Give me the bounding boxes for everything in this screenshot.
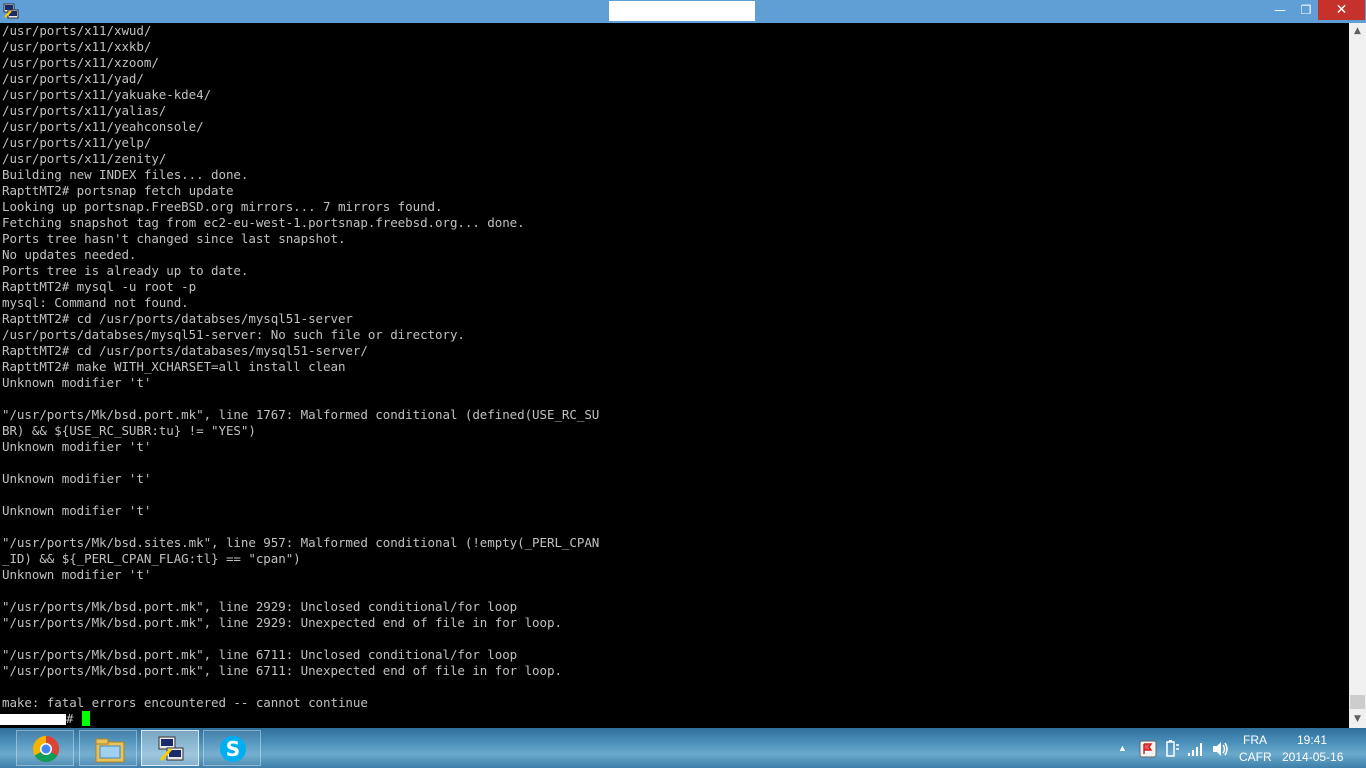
chrome-icon: [32, 735, 60, 763]
scroll-down-arrow-icon[interactable]: ▼: [1349, 711, 1366, 728]
terminal-line: "/usr/ports/Mk/bsd.port.mk", line 6711: …: [2, 663, 562, 678]
terminal-line: Unknown modifier 't': [2, 375, 152, 390]
maximize-button[interactable]: ❐: [1293, 0, 1319, 20]
terminal-line: /usr/ports/x11/yad/: [2, 71, 144, 86]
terminal-line: Ports tree is already up to date.: [2, 263, 249, 278]
terminal-line: "/usr/ports/Mk/bsd.sites.mk", line 957: …: [2, 535, 600, 550]
tray-show-hidden-icons[interactable]: ▲: [1118, 741, 1127, 755]
prompt-hostname-redacted: [0, 714, 66, 725]
terminal-line: Unknown modifier 't': [2, 503, 152, 518]
terminal-cursor: [82, 711, 90, 726]
skype-icon: S: [220, 736, 246, 762]
terminal-line: RapttMT2# cd /usr/ports/databases/mysql5…: [2, 343, 368, 358]
terminal-line: /usr/ports/x11/xzoom/: [2, 55, 159, 70]
terminal-line: /usr/ports/databses/mysql51-server: No s…: [2, 327, 465, 342]
taskbar-skype-button[interactable]: S: [203, 730, 261, 766]
terminal-line: Looking up portsnap.FreeBSD.org mirrors.…: [2, 199, 443, 214]
taskbar: S ▲ FRA CAFR 19:41 2014-05-16: [0, 728, 1366, 768]
terminal-line: BR) && ${USE_RC_SUBR:tu} != "YES"): [2, 423, 256, 438]
terminal-line: /usr/ports/x11/yeahconsole/: [2, 119, 204, 134]
close-button[interactable]: ✕: [1318, 0, 1365, 20]
terminal-line: /usr/ports/x11/yakuake-kde4/: [2, 87, 212, 102]
terminal-line: /usr/ports/x11/yelp/: [2, 135, 152, 150]
taskbar-explorer-button[interactable]: [79, 730, 137, 766]
scrollbar-thumb[interactable]: [1350, 695, 1365, 709]
terminal-line: RapttMT2# mysql -u root -p: [2, 279, 197, 294]
terminal-line: Fetching snapshot tag from ec2-eu-west-1…: [2, 215, 525, 230]
terminal-line: "/usr/ports/Mk/bsd.port.mk", line 1767: …: [2, 407, 600, 422]
putty-icon: [158, 736, 184, 762]
network-signal-icon[interactable]: [1187, 741, 1205, 757]
power-battery-icon[interactable]: [1163, 739, 1181, 759]
terminal-line: Unknown modifier 't': [2, 471, 152, 486]
terminal-line: No updates needed.: [2, 247, 137, 262]
clock-time[interactable]: 19:41: [1297, 733, 1327, 747]
volume-speaker-icon[interactable]: [1211, 740, 1229, 758]
terminal-line: RapttMT2# cd /usr/ports/databses/mysql51…: [2, 311, 353, 326]
terminal-line: RapttMT2# make WITH_XCHARSET=all install…: [2, 359, 346, 374]
terminal-line: mysql: Command not found.: [2, 295, 189, 310]
terminal-lines: /usr/ports/x11/xwud//usr/ports/x11/xxkb/…: [2, 23, 599, 711]
terminal-scrollbar[interactable]: ▲ ▼: [1349, 23, 1366, 728]
input-language-layout[interactable]: CAFR: [1239, 750, 1272, 764]
action-center-flag-icon[interactable]: [1139, 740, 1157, 758]
terminal-line: /usr/ports/x11/xxkb/: [2, 39, 152, 54]
svg-text:S: S: [226, 737, 240, 761]
file-explorer-icon: [95, 738, 125, 763]
terminal-line: "/usr/ports/Mk/bsd.port.mk", line 2929: …: [2, 615, 562, 630]
minimize-button[interactable]: —: [1267, 0, 1293, 20]
terminal-output[interactable]: /usr/ports/x11/xwud//usr/ports/x11/xxkb/…: [0, 23, 1349, 728]
terminal-line: Unknown modifier 't': [2, 567, 152, 582]
terminal-line: "/usr/ports/Mk/bsd.port.mk", line 6711: …: [2, 647, 518, 662]
prompt-symbol: #: [66, 711, 74, 726]
terminal-line: make: fatal errors encountered -- cannot…: [2, 695, 368, 710]
taskbar-putty-button[interactable]: [141, 730, 199, 766]
window-title-redacted: [609, 1, 755, 21]
terminal-line: _ID) && ${_PERL_CPAN_FLAG:tl} == "cpan"): [2, 551, 301, 566]
window-titlebar[interactable]: — ❐ ✕: [0, 0, 1366, 23]
terminal-line: /usr/ports/x11/zenity/: [2, 151, 167, 166]
terminal-line: "/usr/ports/Mk/bsd.port.mk", line 2929: …: [2, 599, 518, 614]
putty-app-icon[interactable]: [2, 2, 20, 20]
taskbar-chrome-button[interactable]: [16, 730, 74, 766]
terminal-line: /usr/ports/x11/yalias/: [2, 103, 167, 118]
scroll-up-arrow-icon[interactable]: ▲: [1349, 23, 1366, 40]
terminal-line: Unknown modifier 't': [2, 439, 152, 454]
terminal-line: /usr/ports/x11/xwud/: [2, 23, 152, 38]
terminal-line: RapttMT2# portsnap fetch update: [2, 183, 234, 198]
clock-date[interactable]: 2014-05-16: [1282, 750, 1343, 764]
terminal-line: Ports tree hasn't changed since last sna…: [2, 231, 346, 246]
terminal-line: Building new INDEX files... done.: [2, 167, 249, 182]
input-language-code[interactable]: FRA: [1243, 733, 1267, 747]
